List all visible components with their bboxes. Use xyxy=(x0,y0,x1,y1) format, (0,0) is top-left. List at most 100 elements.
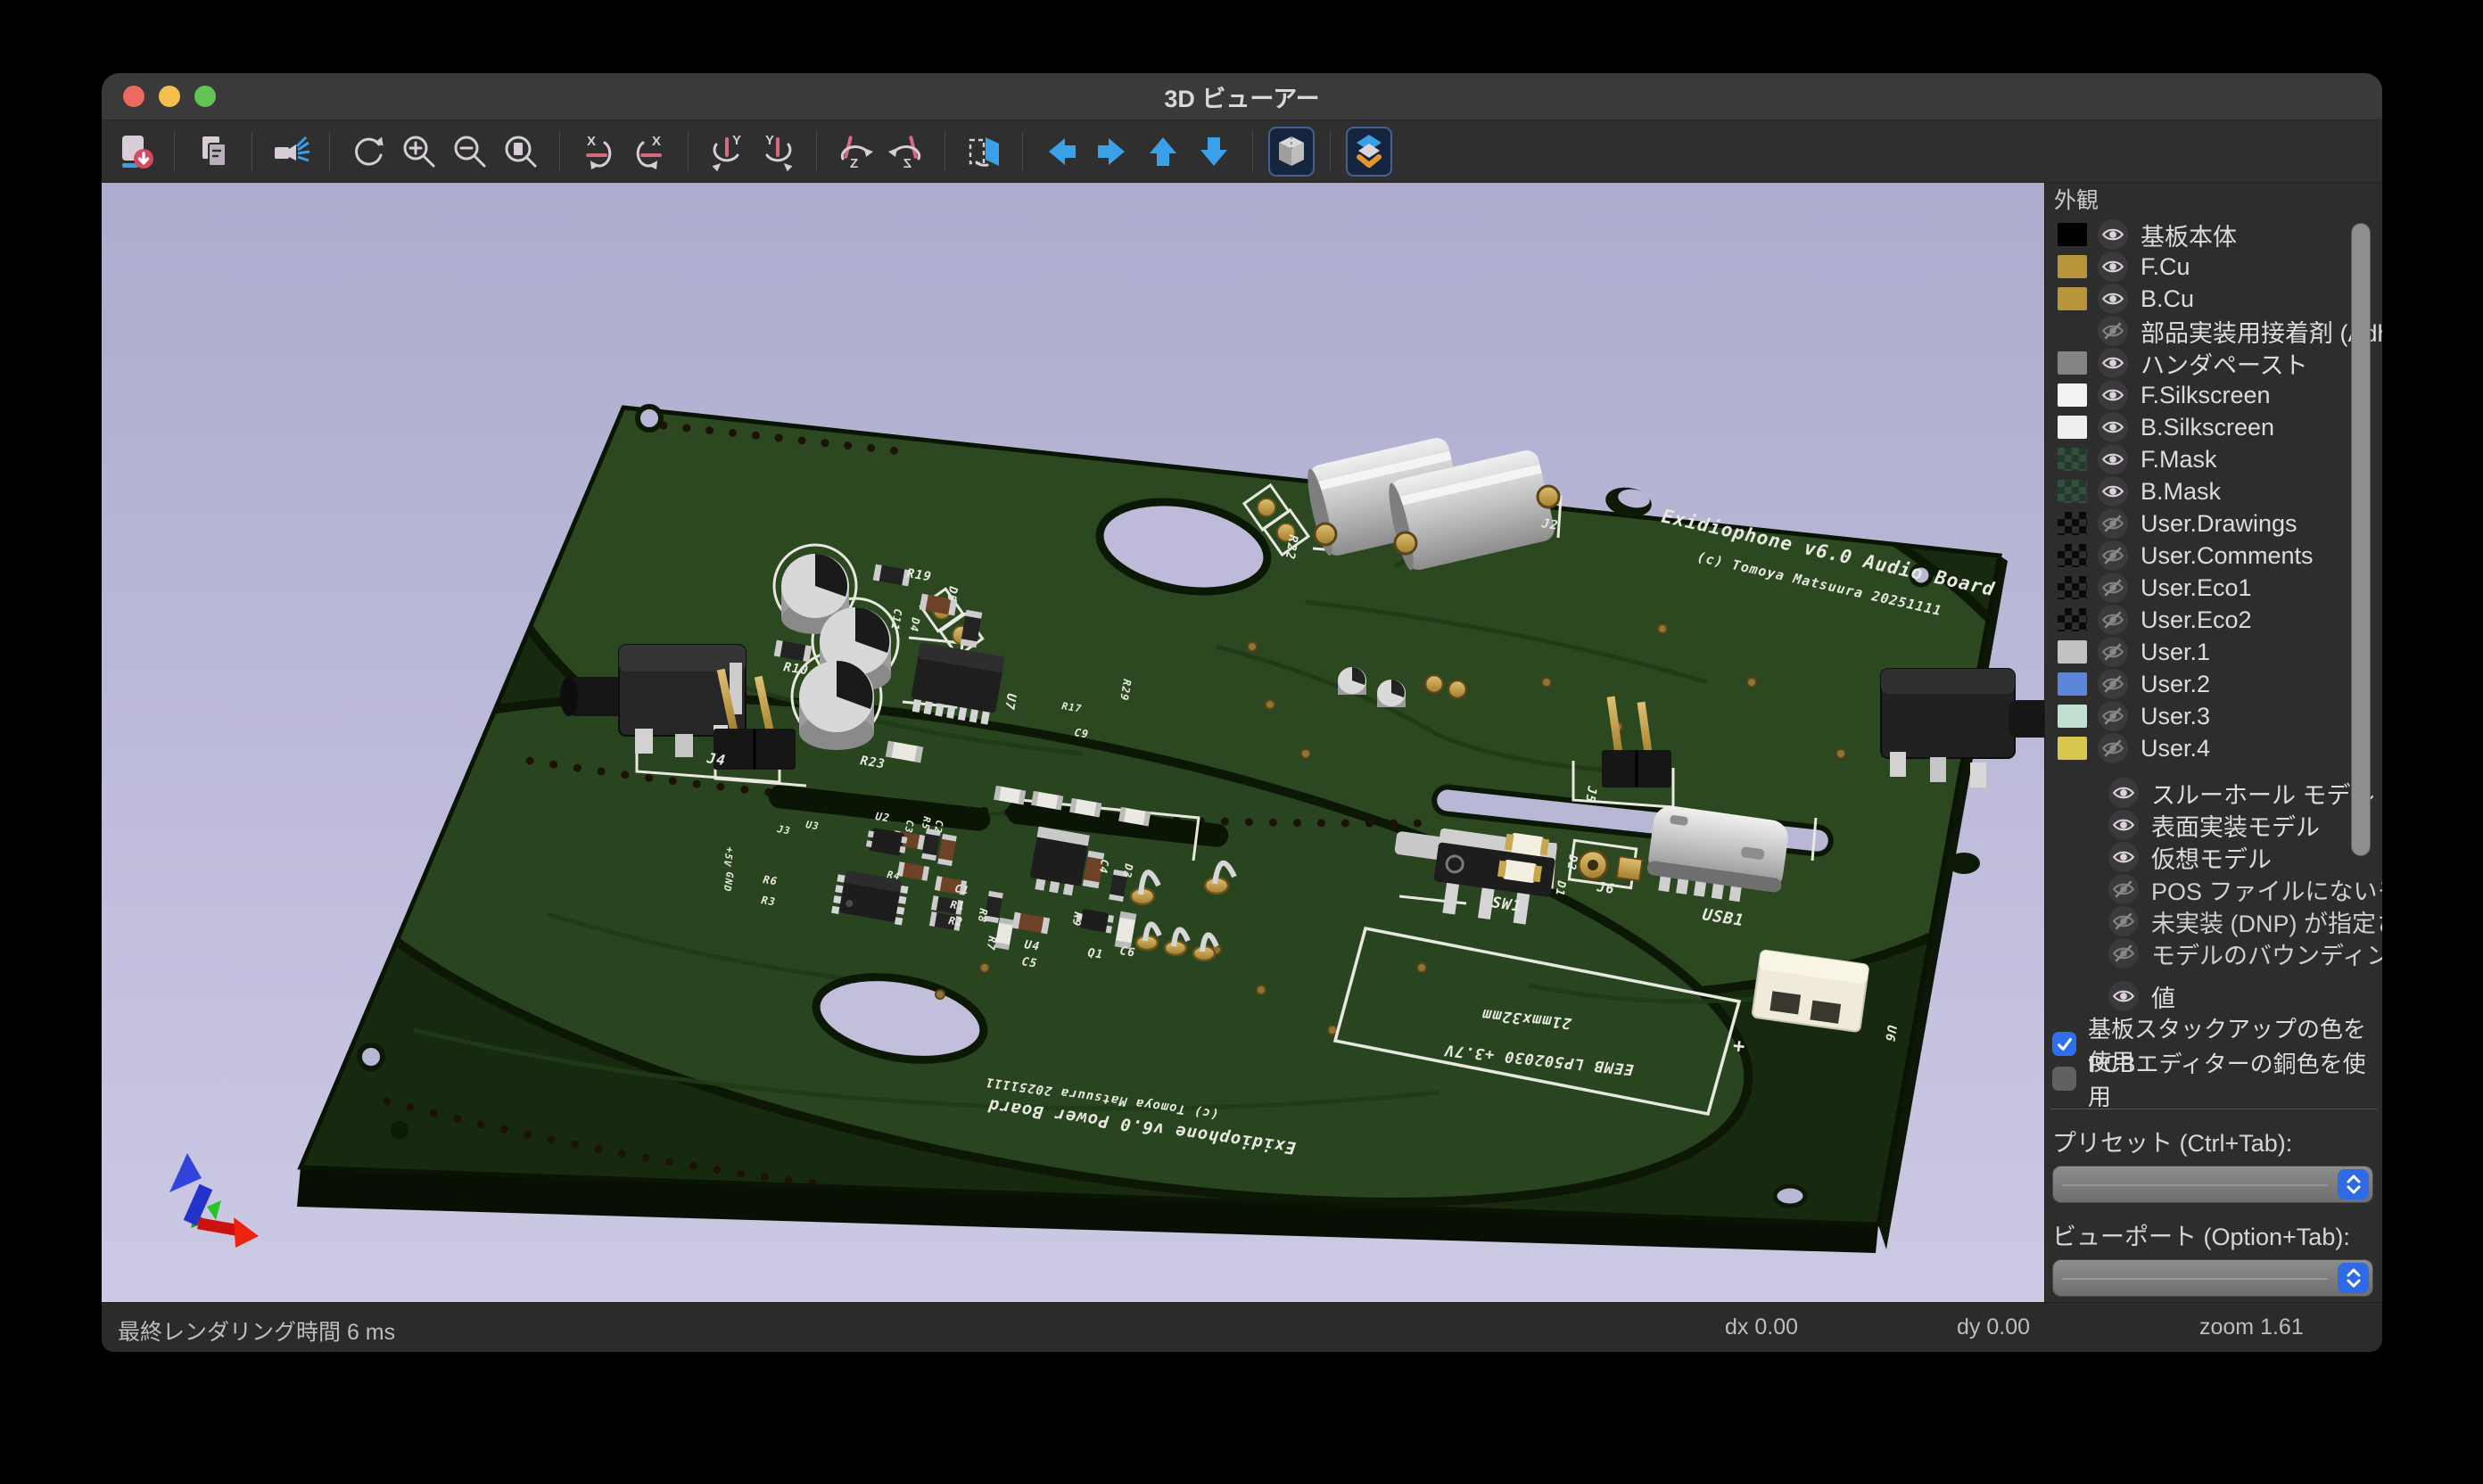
checkbox-unchecked[interactable] xyxy=(2052,1067,2076,1091)
layer-color-swatch[interactable] xyxy=(2058,512,2087,535)
rotate-x-ccw-button[interactable]: X xyxy=(628,128,671,175)
layer-row[interactable]: B.Silkscreen xyxy=(2045,411,2382,443)
eye-icon[interactable] xyxy=(2108,842,2139,872)
sidebar-scrollbar-thumb[interactable] xyxy=(2351,223,2371,856)
rotate-x-cw-button[interactable]: X xyxy=(577,128,620,175)
layer-row[interactable]: 基板本体 xyxy=(2045,218,2382,251)
layer-row[interactable]: F.Mask xyxy=(2045,443,2382,475)
layer-color-swatch[interactable] xyxy=(2058,705,2087,728)
preset-label: プリセット (Ctrl+Tab): xyxy=(2052,1124,2382,1158)
layer-color-swatch[interactable] xyxy=(2058,223,2087,246)
eye-slash-icon[interactable] xyxy=(2098,733,2128,763)
layer-color-swatch[interactable] xyxy=(2058,448,2087,471)
reload-board-button[interactable] xyxy=(114,128,157,175)
eye-icon[interactable] xyxy=(2098,219,2128,250)
eye-icon[interactable] xyxy=(2108,981,2139,1011)
redraw-button[interactable] xyxy=(347,128,390,175)
window-title: 3D ビューアー xyxy=(1164,79,1319,114)
layer-row[interactable]: B.Cu xyxy=(2045,283,2382,315)
eye-slash-icon[interactable] xyxy=(2108,906,2139,936)
layer-row[interactable]: User.4 xyxy=(2045,732,2382,764)
layer-color-swatch[interactable] xyxy=(2058,416,2087,439)
layer-row[interactable]: 仮想モデル xyxy=(2045,841,2382,873)
eye-slash-icon[interactable] xyxy=(2098,605,2128,635)
pan-right-button[interactable] xyxy=(1091,128,1134,175)
eye-slash-icon[interactable] xyxy=(2098,637,2128,667)
layer-row[interactable]: User.Eco1 xyxy=(2045,572,2382,604)
title-bar[interactable]: 3D ビューアー xyxy=(102,73,2382,120)
close-button[interactable] xyxy=(123,86,144,107)
layer-row[interactable]: B.Mask xyxy=(2045,475,2382,507)
layer-row[interactable]: User.2 xyxy=(2045,668,2382,700)
layer-color-swatch[interactable] xyxy=(2058,319,2087,342)
layer-color-swatch[interactable] xyxy=(2058,351,2087,375)
layer-row[interactable]: User.3 xyxy=(2045,700,2382,732)
layer-color-swatch[interactable] xyxy=(2058,737,2087,760)
layer-row[interactable]: ハンダペースト xyxy=(2045,347,2382,379)
layer-row[interactable]: F.Silkscreen xyxy=(2045,379,2382,411)
3d-canvas[interactable]: Exidiophone v6.0 Audio Board (c) Tomoya … xyxy=(102,183,2044,1302)
eye-icon[interactable] xyxy=(2108,778,2139,808)
layer-row[interactable]: 未実装 (DNP) が指定されたモデル xyxy=(2045,905,2382,937)
layer-row[interactable]: User.Drawings xyxy=(2045,507,2382,540)
maximize-button[interactable] xyxy=(194,86,216,107)
layer-row[interactable]: 表面実装モデル xyxy=(2045,809,2382,841)
rotate-z-ccw-button[interactable]: Z xyxy=(885,128,928,175)
option-row[interactable]: PCBエディターの銅色を使用 xyxy=(2045,1061,2382,1096)
eye-slash-icon[interactable] xyxy=(2098,573,2128,603)
appearance-layers-button[interactable] xyxy=(1348,128,1390,175)
eye-icon[interactable] xyxy=(2098,251,2128,282)
eye-slash-icon[interactable] xyxy=(2098,540,2128,571)
pan-left-button[interactable] xyxy=(1040,128,1083,175)
layer-color-swatch[interactable] xyxy=(2058,544,2087,567)
preset-select[interactable] xyxy=(2052,1166,2373,1203)
eye-icon[interactable] xyxy=(2098,348,2128,378)
pan-up-button[interactable] xyxy=(1142,128,1184,175)
render-view-button[interactable] xyxy=(269,128,312,175)
eye-slash-icon[interactable] xyxy=(2098,316,2128,346)
layer-color-swatch[interactable] xyxy=(2058,608,2087,631)
layer-color-swatch[interactable] xyxy=(2058,255,2087,278)
eye-icon[interactable] xyxy=(2098,476,2128,507)
eye-icon[interactable] xyxy=(2098,380,2128,410)
eye-slash-icon[interactable] xyxy=(2108,938,2139,969)
zoom-out-button[interactable] xyxy=(449,128,491,175)
viewport-select[interactable] xyxy=(2052,1259,2373,1297)
layer-color-swatch[interactable] xyxy=(2058,287,2087,310)
eye-icon[interactable] xyxy=(2098,284,2128,314)
layer-row[interactable]: 値 xyxy=(2045,980,2382,1012)
copy-image-button[interactable] xyxy=(192,128,235,175)
minimize-button[interactable] xyxy=(159,86,180,107)
ortho-projection-button[interactable] xyxy=(1270,128,1313,175)
layer-color-swatch[interactable] xyxy=(2058,480,2087,503)
eye-slash-icon[interactable] xyxy=(2098,669,2128,699)
layer-row[interactable]: スルーホール モデル xyxy=(2045,777,2382,809)
layer-color-swatch[interactable] xyxy=(2058,576,2087,599)
layer-row[interactable]: POS ファイルにないモデル xyxy=(2045,873,2382,905)
eye-slash-icon[interactable] xyxy=(2098,508,2128,539)
eye-icon[interactable] xyxy=(2098,412,2128,442)
rotate-z-cw-button[interactable]: Z xyxy=(834,128,877,175)
eye-icon[interactable] xyxy=(2108,810,2139,840)
rotate-y-cw-button[interactable]: Y xyxy=(705,128,748,175)
layer-row[interactable]: 部品実装用接着剤 (Adhesive) xyxy=(2045,315,2382,347)
layer-color-swatch[interactable] xyxy=(2058,640,2087,664)
layer-color-swatch[interactable] xyxy=(2058,672,2087,696)
eye-icon[interactable] xyxy=(2098,444,2128,474)
eye-slash-icon[interactable] xyxy=(2108,874,2139,904)
stepper-icon[interactable] xyxy=(2338,1263,2369,1293)
layer-row[interactable]: F.Cu xyxy=(2045,251,2382,283)
flip-board-button[interactable] xyxy=(962,128,1005,175)
pan-down-button[interactable] xyxy=(1192,128,1235,175)
zoom-to-fit-button[interactable] xyxy=(499,128,542,175)
stepper-icon[interactable] xyxy=(2338,1169,2369,1200)
layer-row[interactable]: モデルのバウンディングボックス xyxy=(2045,937,2382,969)
checkbox-checked[interactable] xyxy=(2052,1032,2076,1056)
layer-row[interactable]: User.1 xyxy=(2045,636,2382,668)
rotate-y-ccw-button[interactable]: Y xyxy=(756,128,799,175)
eye-slash-icon[interactable] xyxy=(2098,701,2128,731)
layer-color-swatch[interactable] xyxy=(2058,383,2087,407)
zoom-in-button[interactable] xyxy=(398,128,441,175)
layer-row[interactable]: User.Eco2 xyxy=(2045,604,2382,636)
layer-row[interactable]: User.Comments xyxy=(2045,540,2382,572)
